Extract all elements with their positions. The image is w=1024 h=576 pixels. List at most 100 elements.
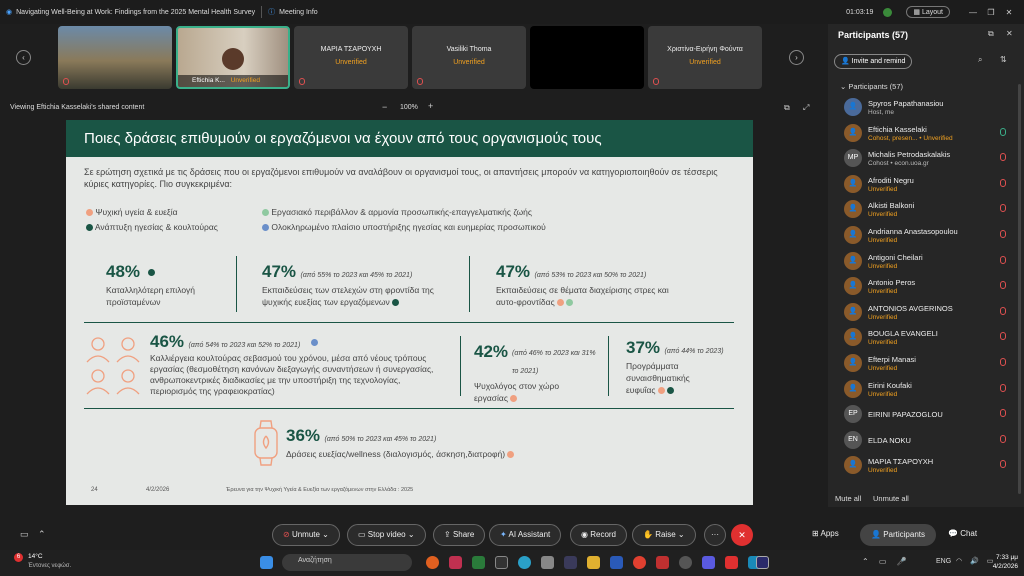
participant-row[interactable]: 👤 Afroditi Negru Unverified [844,173,1014,199]
taskbar-app-icon[interactable] [541,556,554,569]
muted-mic-icon[interactable] [1000,383,1006,392]
close-icon[interactable]: ✕ [1000,8,1018,17]
panel-popout-icon[interactable]: ⧉ [988,29,994,39]
muted-mic-icon[interactable] [1000,306,1006,315]
taskbar-app-icon[interactable] [656,556,669,569]
muted-mic-icon[interactable] [1000,255,1006,264]
taskbar-app-icon[interactable] [633,556,646,569]
unmute-all-button[interactable]: Unmute all [873,494,909,503]
leave-button[interactable]: ✕ [731,524,753,546]
participant-row[interactable]: 👤 BOUGLA EVANGELI Unverified [844,326,1014,352]
participant-row[interactable]: EN ELDA NOKU [844,429,1014,455]
tile-name: Vasiliki Thoma [446,46,492,53]
taskbar-app-icon[interactable] [449,556,462,569]
video-tile-6[interactable]: Χριστίνα-Ειρήνη Φούντα Unverified [648,26,762,89]
participant-row[interactable]: 👤 Eirini Koufaki Unverified [844,378,1014,404]
participant-row[interactable]: 👤 Andrianna Anastasopoulou Unverified [844,224,1014,250]
participant-row[interactable]: 👤 Antigoni Cheilari Unverified [844,250,1014,276]
taskbar-app-icon[interactable] [679,556,692,569]
avatar: EP [844,405,862,424]
taskbar-app-icon[interactable] [518,556,531,569]
maximize-icon[interactable]: ❐ [982,8,1000,17]
video-tile-4[interactable]: Vasiliki Thoma Unverified [412,26,526,89]
layout-button[interactable]: ▦ Layout [906,6,950,18]
zoom-in-button[interactable]: + [428,101,433,111]
video-tile-5[interactable] [530,26,644,89]
windows-start-icon[interactable] [260,556,273,569]
taskbar-webex-icon[interactable] [756,556,769,569]
info-icon[interactable]: ⓘ [268,7,275,17]
muted-mic-icon[interactable] [1000,460,1006,469]
strip-prev-icon[interactable]: ‹ [16,50,31,65]
taskbar-app-icon[interactable] [564,556,577,569]
slide-date: 4/2/2026 [146,487,170,493]
stat-block: 47% (από 55% το 2023 και 45% το 2021) Εκ… [262,262,462,308]
tray-icons[interactable]: ⌃ ▭ 🎤 [862,557,911,566]
taskbar-app-icon[interactable] [495,556,508,569]
stop-video-label: Stop video [367,530,406,539]
muted-mic-icon[interactable] [1000,230,1006,238]
participant-row[interactable]: 👤 Spyros Papathanasiou Host, me [844,96,1014,122]
apps-button[interactable]: ⊞ Apps [812,529,839,538]
legend-dot [86,224,93,232]
search-icon[interactable]: ⌕ [978,55,982,65]
taskbar-app-icon[interactable] [702,556,715,569]
more-options-icon[interactable]: ⌃ [38,529,46,540]
raise-button[interactable]: ✋ Raise ⌄ [632,524,696,546]
strip-next-icon[interactable]: › [789,50,804,65]
clock[interactable]: 7:33 μμ 4/2/2026 [990,554,1018,570]
participant-row[interactable]: 👤 Efterpi Manasi Unverified [844,352,1014,378]
panel-close-icon[interactable]: ✕ [1006,29,1013,38]
participant-row[interactable]: 👤 Eftichia Kasselaki Cohost, presen... • U… [844,122,1014,148]
section-toggle[interactable]: ⌄ Participants (57) [840,82,903,91]
more-button[interactable]: ··· [704,524,726,546]
participants-button[interactable]: 👤 Participants [860,524,936,546]
minimize-icon[interactable]: — [964,8,982,17]
participant-row[interactable]: MP Michalis Petrodaskalakis Cohost • econ.… [844,147,1014,173]
muted-mic-icon[interactable] [1000,358,1006,366]
chat-button[interactable]: 💬 Chat [948,529,977,538]
participant-row[interactable]: 👤 ΜΑΡΙΑ ΤΣΑΡΟΥΧΗ Unverified [844,454,1014,480]
zoom-out-button[interactable]: − [382,102,387,112]
muted-mic-icon[interactable] [1000,204,1006,213]
video-tile-1[interactable] [58,26,172,89]
muted-mic-icon[interactable] [1000,409,1006,418]
divider [469,256,470,312]
taskbar-app-icon[interactable] [587,556,600,569]
invite-button[interactable]: 👤 Invite and remind [834,54,913,69]
taskbar-app-icon[interactable] [610,556,623,569]
taskbar-search[interactable]: Αναζήτηση [282,554,412,571]
invite-label: Invite and remind [851,58,906,65]
captions-icon[interactable]: ▭ [20,529,29,540]
video-tile-2[interactable]: Eftichia K... Unverified [176,26,290,89]
participant-row[interactable]: 👤 Alkisti Balkoni Unverified [844,198,1014,224]
muted-mic-icon[interactable] [1000,153,1006,162]
taskbar-app-icon[interactable] [725,556,738,569]
unmute-button[interactable]: ⊘ Unmute ⌄ [272,524,340,546]
mute-all-button[interactable]: Mute all [835,494,861,503]
participant-row[interactable]: 👤 ANTONIOS AVGERINOS Unverified [844,301,1014,327]
app-icon: ◉ [6,9,13,16]
participant-row[interactable]: EP EIRINI PAPAZOGLOU [844,403,1014,429]
popout-icon[interactable]: ⧉ [784,103,790,113]
taskbar-app-icon[interactable] [426,556,439,569]
participant-row[interactable]: 👤 Antonio Peros Unverified [844,275,1014,301]
sort-icon[interactable]: ⇅ [1000,55,1007,64]
ai-assistant-button[interactable]: ✦ AI Assistant [489,524,562,546]
muted-mic-icon[interactable] [1000,178,1006,187]
meeting-info-button[interactable]: Meeting Info [279,9,318,16]
taskbar-app-icon[interactable] [472,556,485,569]
participant-name: Efterpi Manasi [868,355,916,364]
scrollbar[interactable] [1018,84,1021,494]
muted-mic-icon[interactable] [1000,127,1006,136]
share-button[interactable]: ⇪ Share [433,524,486,546]
language-indicator[interactable]: ENG [936,558,951,565]
muted-mic-icon[interactable] [1000,434,1006,443]
video-tile-3[interactable]: ΜΑΡΙΑ ΤΣΑΡΟΥΧΗ Unverified [294,26,408,89]
fullscreen-icon[interactable]: ⤢ [803,103,809,113]
muted-mic-icon[interactable] [1000,281,1006,290]
stop-video-button[interactable]: ▭ Stop video ⌄ [347,524,426,546]
tile-status: Unverified [335,59,367,66]
muted-mic-icon[interactable] [1000,332,1006,341]
record-button[interactable]: ◉ Record [570,524,628,546]
